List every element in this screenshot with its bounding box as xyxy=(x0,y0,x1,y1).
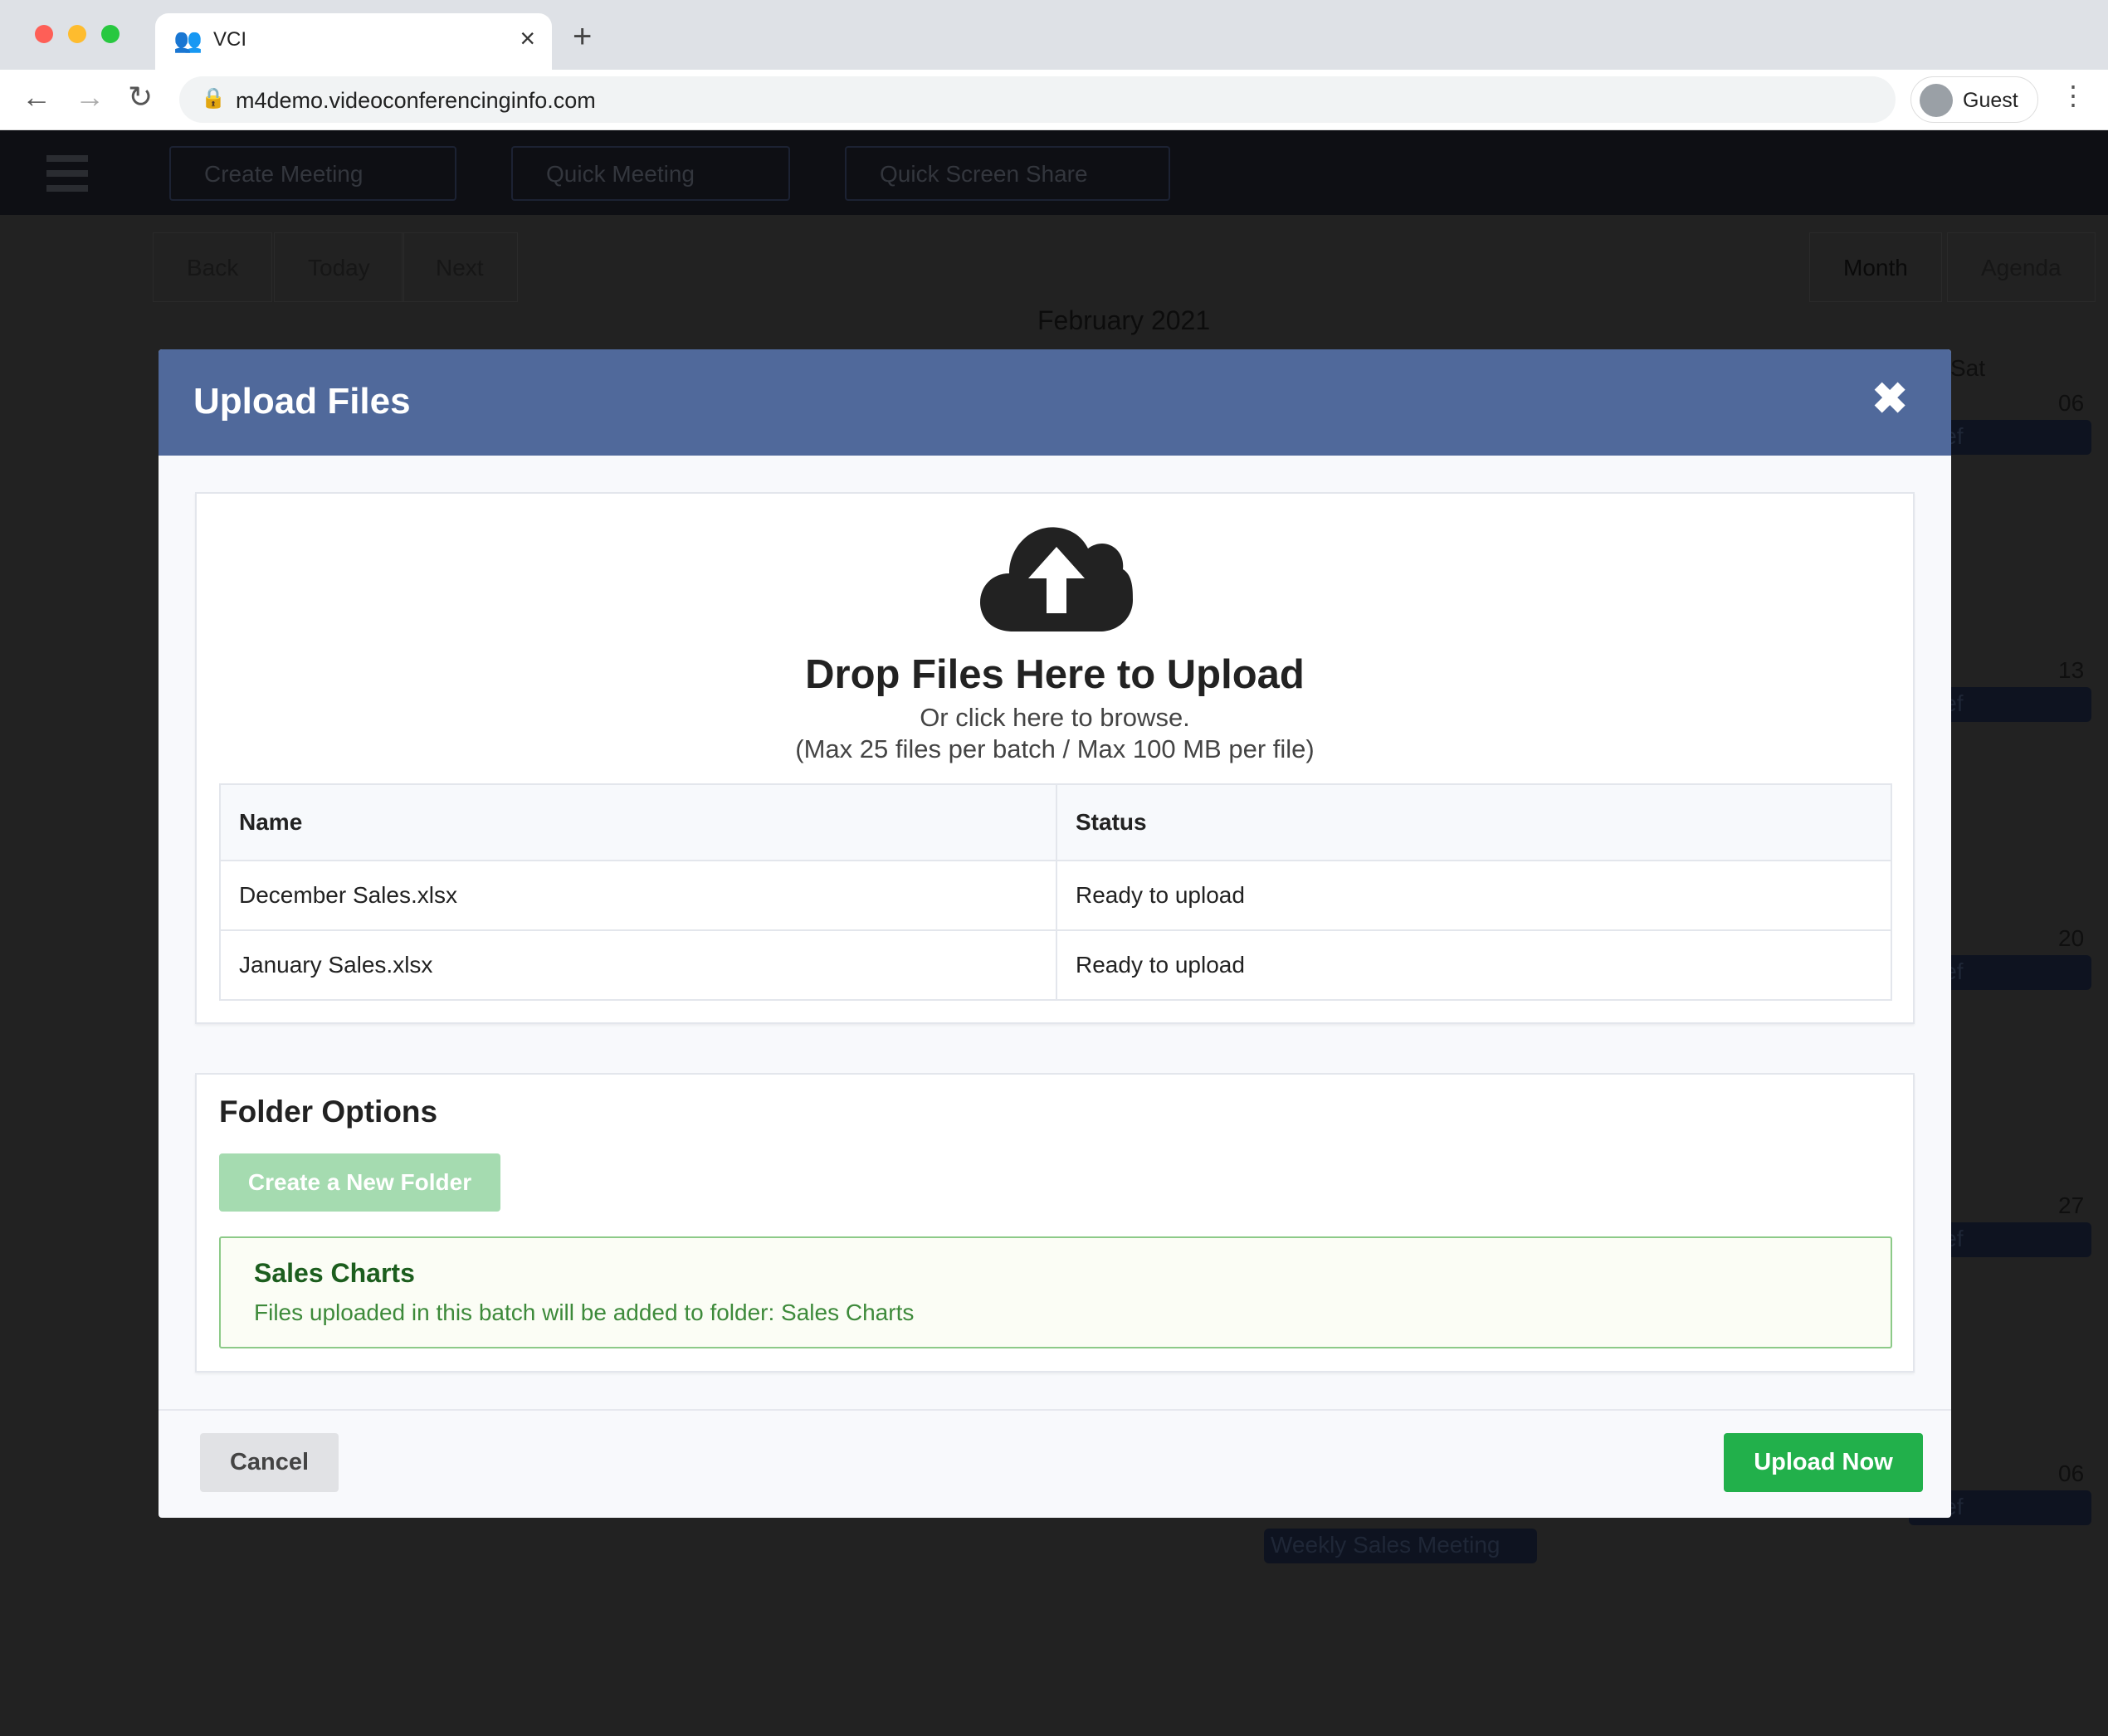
quick-meeting-button[interactable]: Quick Meeting xyxy=(511,146,790,201)
calendar-day-number: 06 xyxy=(2058,1460,2085,1486)
cancel-button[interactable]: Cancel xyxy=(200,1433,339,1492)
minimize-window-button[interactable] xyxy=(68,25,86,43)
table-row: December Sales.xlsx Ready to upload xyxy=(219,860,1892,931)
folder-options-title: Folder Options xyxy=(219,1095,438,1129)
tab-title: VCI xyxy=(213,28,247,51)
profile-label: Guest xyxy=(1963,89,2018,112)
favicon-icon: 👥 xyxy=(173,27,203,53)
calendar-next-button[interactable]: Next xyxy=(402,232,518,302)
create-meeting-button[interactable]: Create Meeting xyxy=(169,146,456,201)
upload-now-button[interactable]: Upload Now xyxy=(1724,1433,1923,1492)
forward-icon[interactable]: → xyxy=(75,80,105,115)
close-window-button[interactable] xyxy=(35,25,53,43)
calendar-day-number: 20 xyxy=(2058,925,2085,951)
calendar-month-view[interactable]: Month xyxy=(1809,232,1942,302)
file-name: January Sales.xlsx xyxy=(219,929,1057,1001)
calendar-day-number: 27 xyxy=(2058,1192,2085,1218)
new-tab-icon[interactable]: + xyxy=(573,18,592,56)
profile-button[interactable]: Guest xyxy=(1910,76,2038,123)
file-status: Ready to upload xyxy=(1056,929,1892,1001)
selected-folder-name: Sales Charts xyxy=(254,1258,415,1288)
close-tab-icon[interactable]: × xyxy=(520,23,535,54)
modal-header: Upload Files ✖ xyxy=(159,349,1951,456)
quick-screen-share-button[interactable]: Quick Screen Share xyxy=(845,146,1170,201)
table-row: January Sales.xlsx Ready to upload xyxy=(219,929,1892,1001)
selected-folder-notice: Sales Charts Files uploaded in this batc… xyxy=(219,1236,1892,1348)
calendar-day-header: Sat xyxy=(1950,355,1986,381)
selected-folder-message: Files uploaded in this batch will be add… xyxy=(254,1300,915,1325)
browser-tab-bar: 👥 VCI × + xyxy=(0,0,2108,70)
upload-files-modal: Upload Files ✖ Drop Files Here to Upload… xyxy=(159,349,1951,1518)
reload-icon[interactable]: ↻ xyxy=(128,80,153,115)
footer-divider xyxy=(159,1409,1951,1411)
close-icon[interactable]: ✖ xyxy=(1871,374,1908,424)
back-icon[interactable]: ← xyxy=(22,80,51,115)
modal-title: Upload Files xyxy=(193,381,411,422)
lock-icon: 🔒 xyxy=(201,87,226,110)
column-header-name: Name xyxy=(219,783,1057,861)
maximize-window-button[interactable] xyxy=(101,25,120,43)
browse-link[interactable]: Or click here to browse. xyxy=(197,703,1913,733)
avatar-icon xyxy=(1920,84,1953,117)
calendar-today-button[interactable]: Today xyxy=(274,232,404,302)
dropzone[interactable]: Drop Files Here to Upload Or click here … xyxy=(195,492,1915,1024)
url-text: m4demo.videoconferencinginfo.com xyxy=(236,88,596,113)
calendar-day-number: 06 xyxy=(2058,390,2085,416)
create-new-folder-button[interactable]: Create a New Folder xyxy=(219,1153,500,1212)
menu-icon[interactable]: ⋮ xyxy=(2060,80,2086,111)
column-header-status: Status xyxy=(1056,783,1892,861)
calendar-day-number: 13 xyxy=(2058,657,2085,683)
hamburger-icon[interactable] xyxy=(46,155,88,192)
file-name: December Sales.xlsx xyxy=(219,860,1057,931)
cloud-upload-icon xyxy=(980,527,1133,631)
url-field[interactable]: 🔒 m4demo.videoconferencinginfo.com xyxy=(179,76,1896,123)
upload-limits: (Max 25 files per batch / Max 100 MB per… xyxy=(795,734,1315,763)
calendar-event-weekly-sales[interactable]: Weekly Sales Meeting xyxy=(1264,1529,1537,1563)
browser-tab[interactable]: 👥 VCI × xyxy=(155,13,552,70)
file-status: Ready to upload xyxy=(1056,860,1892,931)
calendar-agenda-view[interactable]: Agenda xyxy=(1947,232,2096,302)
files-table: Name Status December Sales.xlsx Ready to u… xyxy=(219,783,1892,1001)
calendar-back-button[interactable]: Back xyxy=(153,232,273,302)
calendar-month-title: February 2021 xyxy=(1037,305,1211,335)
folder-options-card: Folder Options Create a New Folder Sales… xyxy=(195,1073,1915,1373)
address-bar-row: ← → ↻ 🔒 m4demo.videoconferencinginfo.com… xyxy=(0,70,2108,130)
dropzone-title: Drop Files Here to Upload xyxy=(805,652,1305,697)
